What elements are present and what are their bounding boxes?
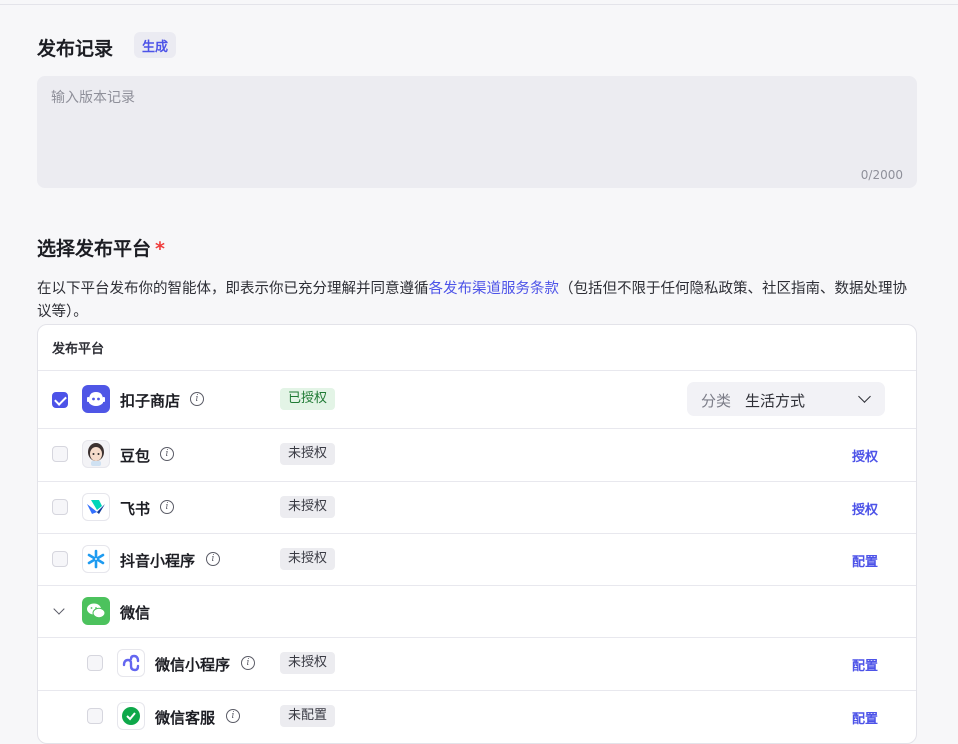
coze-store-info-icon[interactable]: i: [190, 392, 204, 406]
douyin-mini-status-badge: 未授权: [280, 548, 336, 570]
coze-store-name: 扣子商店: [120, 392, 181, 410]
wechat-mini-info-icon[interactable]: i: [241, 656, 255, 670]
wechat-logo-icon: [82, 597, 110, 625]
required-mark: *: [155, 238, 165, 260]
douyin-mini-name: 抖音小程序: [120, 552, 196, 570]
douyin-mini-configure-button[interactable]: 配置: [852, 551, 878, 570]
feishu-status-badge: 未授权: [280, 496, 336, 518]
platform-section-title: 选择发布平台 *: [37, 234, 165, 261]
wechat-kf-logo-icon: [117, 702, 145, 730]
category-select[interactable]: 分类 生活方式: [687, 382, 885, 416]
chevron-down-icon[interactable]: [53, 603, 65, 615]
platform-table: 发布平台 扣子商店 i 已授权 分类 生活方式 豆包 i 未授权 授权 飞书 i…: [37, 324, 917, 744]
terms-text-before: 在以下平台发布你的智能体，即表示你已充分理解并同意遵循: [37, 281, 429, 297]
platform-row-feishu: 飞书 i 未授权 授权: [38, 482, 916, 534]
wechat-mini-checkbox[interactable]: [87, 655, 103, 671]
wechat-name: 微信: [120, 604, 151, 622]
wechat-mini-status-badge: 未授权: [280, 652, 336, 674]
platform-row-coze-store: 扣子商店 i 已授权 分类 生活方式: [38, 371, 916, 429]
douyin-mini-info-icon[interactable]: i: [206, 552, 220, 566]
coze-store-checkbox[interactable]: [52, 392, 68, 408]
category-select-value: 生活方式: [745, 392, 806, 410]
chevron-down-icon: [858, 390, 871, 403]
platform-terms-description: 在以下平台发布你的智能体，即表示你已充分理解并同意遵循各发布渠道服务条款（包括但…: [37, 278, 921, 324]
platform-row-wechat-mini: 微信小程序 i 未授权 配置: [38, 638, 916, 691]
wechat-mini-name: 微信小程序: [155, 656, 231, 674]
wechat-kf-configure-button[interactable]: 配置: [852, 708, 878, 727]
doubao-status-badge: 未授权: [280, 443, 336, 465]
feishu-logo-icon: [82, 493, 110, 521]
doubao-name: 豆包: [120, 447, 151, 465]
feishu-authorize-button[interactable]: 授权: [852, 499, 878, 518]
coze-store-status-badge: 已授权: [280, 388, 336, 410]
table-header: 发布平台: [38, 325, 916, 371]
wechat-kf-info-icon[interactable]: i: [226, 709, 240, 723]
feishu-name: 飞书: [120, 500, 151, 518]
wechat-kf-name: 微信客服: [155, 709, 216, 727]
doubao-logo-icon: [82, 440, 110, 468]
platform-row-doubao: 豆包 i 未授权 授权: [38, 429, 916, 482]
generate-button[interactable]: 生成: [134, 32, 176, 58]
doubao-authorize-button[interactable]: 授权: [852, 446, 878, 465]
platform-section-title-text: 选择发布平台: [37, 238, 152, 260]
wechat-kf-checkbox[interactable]: [87, 708, 103, 724]
release-notes-title: 发布记录: [37, 38, 114, 60]
terms-link[interactable]: 各发布渠道服务条款: [429, 281, 560, 297]
platform-row-douyin-mini: 抖音小程序 i 未授权 配置: [38, 534, 916, 586]
release-notes-placeholder: 输入版本记录: [51, 90, 135, 106]
platform-row-wechat-kf: 微信客服 i 未配置 配置: [38, 691, 916, 743]
douyin-mini-checkbox[interactable]: [52, 551, 68, 567]
wechat-kf-status-badge: 未配置: [280, 705, 336, 727]
douyin-mini-logo-icon: [82, 545, 110, 573]
release-notes-input[interactable]: 输入版本记录 0/2000: [37, 76, 917, 188]
category-select-label: 分类: [701, 392, 732, 410]
table-header-label: 发布平台: [52, 342, 105, 357]
char-counter: 0/2000: [860, 168, 903, 182]
platform-row-wechat-group[interactable]: 微信: [38, 586, 916, 638]
feishu-info-icon[interactable]: i: [160, 500, 174, 514]
doubao-checkbox[interactable]: [52, 446, 68, 462]
coze-store-logo-icon: [82, 385, 110, 413]
feishu-checkbox[interactable]: [52, 499, 68, 515]
wechat-mini-logo-icon: [117, 649, 145, 677]
doubao-info-icon[interactable]: i: [160, 447, 174, 461]
top-divider: [0, 4, 958, 5]
wechat-mini-configure-button[interactable]: 配置: [852, 655, 878, 674]
